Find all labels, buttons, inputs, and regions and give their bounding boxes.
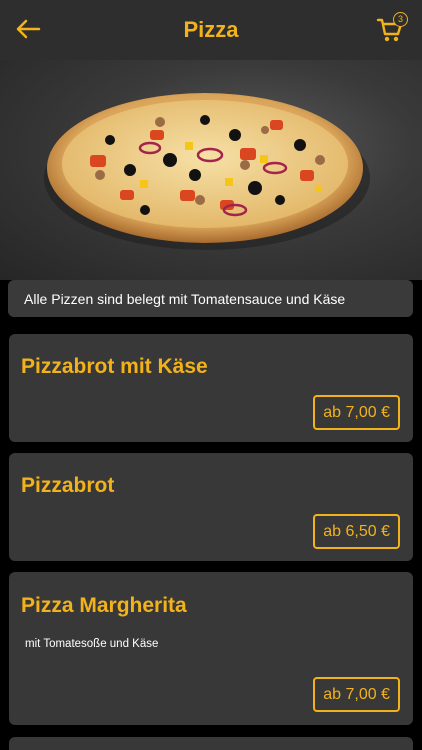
product-name: Pizza Margherita — [21, 594, 187, 617]
info-bar: Alle Pizzen sind belegt mit Tomatensauce… — [8, 280, 413, 317]
cart-count-badge: 3 — [393, 12, 408, 27]
page-title: Pizza — [183, 17, 239, 42]
product-card[interactable]: Pizzabrot mit Käse ab 7,00 € — [9, 334, 413, 442]
product-card-partial[interactable] — [9, 737, 413, 750]
product-description: mit Tomatesoße und Käse — [25, 638, 159, 650]
product-card[interactable]: Pizzabrot ab 6,50 € — [9, 453, 413, 561]
pizza-illustration — [44, 93, 370, 250]
cart-button[interactable]: 3 — [376, 12, 408, 44]
product-card[interactable]: Pizza Margherita mit Tomatesoße und Käse… — [9, 572, 413, 725]
product-name: Pizzabrot — [21, 474, 115, 497]
back-button[interactable] — [14, 15, 42, 43]
app-header: Pizza 3 — [0, 0, 422, 60]
product-name: Pizzabrot mit Käse — [21, 355, 208, 378]
price-button[interactable]: ab 7,00 € — [313, 395, 400, 430]
arrow-left-icon — [16, 19, 41, 39]
hero-pizza-image — [0, 60, 422, 280]
price-button[interactable]: ab 6,50 € — [313, 514, 400, 549]
price-button[interactable]: ab 7,00 € — [313, 677, 400, 712]
info-text: Alle Pizzen sind belegt mit Tomatensauce… — [24, 290, 346, 307]
